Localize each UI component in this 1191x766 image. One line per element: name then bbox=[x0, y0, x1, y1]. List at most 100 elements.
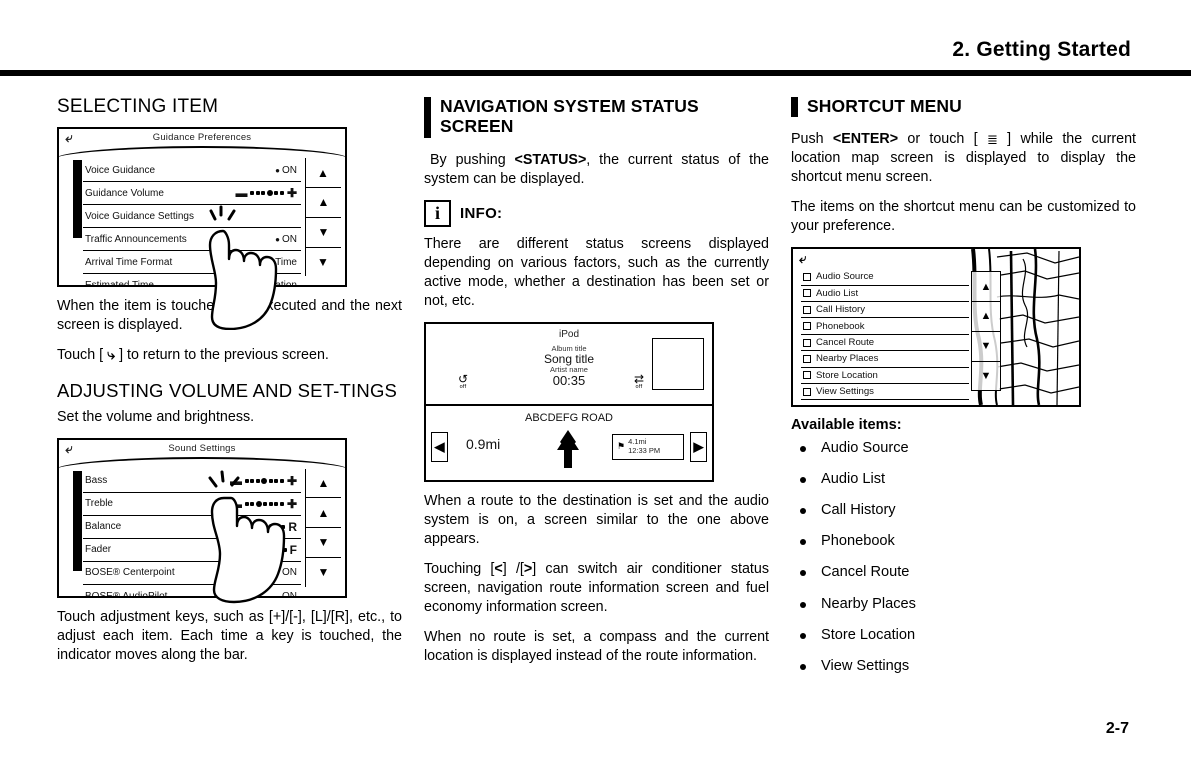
list-item-label: Call History bbox=[816, 304, 866, 316]
plus-icon[interactable]: ✚ bbox=[287, 187, 297, 199]
down-icon[interactable]: ▼ bbox=[972, 332, 1000, 362]
checkbox-icon[interactable] bbox=[803, 387, 811, 396]
balance-slider[interactable]: L R bbox=[247, 521, 297, 533]
list-item[interactable]: Arrival Time Format Estimated Time bbox=[83, 251, 301, 275]
double-up-icon[interactable]: ▲ bbox=[306, 469, 341, 499]
fader-rear-label[interactable]: R bbox=[247, 544, 256, 556]
list-item[interactable]: BOSE® Centerpoint ON bbox=[83, 562, 301, 585]
navigation-status-screen: iPod Album title Song title Artist name … bbox=[424, 321, 714, 482]
list-item: Call History bbox=[791, 502, 1136, 518]
list-item-label: Phonebook bbox=[816, 320, 865, 332]
checkbox-icon[interactable] bbox=[803, 354, 811, 363]
list-item[interactable]: View Settings bbox=[801, 384, 969, 401]
list-item[interactable]: Call History bbox=[801, 302, 969, 319]
list-item-value: ON bbox=[275, 165, 297, 176]
list-item-label: Audio List bbox=[816, 287, 859, 299]
checkbox-icon[interactable] bbox=[803, 371, 811, 380]
list-item[interactable]: Fader R F bbox=[83, 539, 301, 562]
volume-slider[interactable]: ▬ ✚ bbox=[235, 187, 297, 199]
checkbox-icon[interactable] bbox=[803, 272, 811, 281]
treble-slider[interactable]: ▬ ✚ bbox=[230, 498, 297, 510]
paragraph-touch-return: Touch [ ⤷ ] to return to the previous sc… bbox=[57, 346, 402, 365]
down-icon[interactable]: ▼ bbox=[306, 528, 341, 558]
list-item-label: Store Location bbox=[816, 369, 878, 381]
manual-page: 2. Getting Started SELECTING ITEM ⤷ Guid… bbox=[0, 0, 1191, 766]
shuffle-state: off bbox=[635, 384, 643, 391]
up-icon[interactable]: ▲ bbox=[972, 302, 1000, 332]
bass-slider[interactable]: ▬ ✚ bbox=[230, 475, 297, 487]
slider-track[interactable] bbox=[250, 190, 284, 197]
screen-title: Sound Settings bbox=[168, 442, 236, 454]
touching-mid: ] /[ bbox=[502, 560, 524, 577]
checkbox-icon[interactable] bbox=[803, 338, 811, 347]
list-item-label: Treble bbox=[85, 498, 113, 510]
checkbox-icon[interactable] bbox=[803, 289, 811, 298]
list-item[interactable]: Balance L R bbox=[83, 516, 301, 539]
list-item[interactable]: Store Location bbox=[801, 368, 969, 385]
double-up-icon[interactable]: ▲ bbox=[306, 158, 341, 189]
push-enter-pre: Push bbox=[791, 131, 833, 148]
scroll-buttons[interactable]: ▲ ▲ ▼ ▼ bbox=[305, 468, 341, 587]
scroll-buttons[interactable]: ▲ ▲ ▼ ▼ bbox=[971, 271, 1001, 392]
double-down-icon[interactable]: ▼ bbox=[972, 362, 1000, 391]
list-item[interactable]: Voice Guidance Settings bbox=[83, 205, 301, 229]
balance-right-label[interactable]: R bbox=[288, 521, 297, 533]
list-item[interactable]: Audio Source bbox=[801, 269, 969, 286]
list-item[interactable]: Cancel Route bbox=[801, 335, 969, 352]
list-item[interactable]: Guidance Volume ▬ ✚ bbox=[83, 182, 301, 206]
checkbox-icon[interactable] bbox=[803, 305, 811, 314]
list-item[interactable]: Treble ▬ ✚ bbox=[83, 493, 301, 516]
up-icon[interactable]: ▲ bbox=[306, 498, 341, 529]
list-item[interactable]: BOSE® AudioPilot ON bbox=[83, 585, 301, 596]
checkbox-icon[interactable] bbox=[803, 322, 811, 331]
paragraph-touching-switch: Touching [<] /[>] can switch air conditi… bbox=[424, 560, 769, 617]
back-arrow-icon: ⤷ bbox=[107, 347, 116, 364]
paragraph-customize: The items on the shortcut menu can be cu… bbox=[791, 199, 1136, 235]
fader-slider[interactable]: R F bbox=[247, 544, 297, 556]
fader-front-label[interactable]: F bbox=[290, 544, 297, 556]
list-item[interactable]: Nearby Places bbox=[801, 351, 969, 368]
plus-icon[interactable]: ✚ bbox=[287, 498, 297, 510]
audio-status-panel: iPod Album title Song title Artist name … bbox=[426, 324, 712, 406]
up-icon[interactable]: ▲ bbox=[306, 188, 341, 218]
list-item: View Settings bbox=[791, 658, 1136, 674]
list-item-label: Arrival Time Format bbox=[85, 256, 173, 268]
double-down-icon[interactable]: ▼ bbox=[306, 248, 341, 277]
navigation-route-panel: ABCDEFG ROAD 0.9mi ◀ ▶ ⚑ 4.1mi 12:33 PM bbox=[426, 406, 712, 480]
paragraph-push-enter: Push <ENTER> or touch [ ≣ ] while the cu… bbox=[791, 130, 1136, 187]
paragraph-route-set: When a route to the destination is set a… bbox=[424, 492, 769, 547]
left-arrow-button[interactable]: ◀ bbox=[431, 431, 448, 462]
list-item-value: Destination bbox=[246, 280, 297, 288]
list-item[interactable]: Voice Guidance ON bbox=[83, 159, 301, 183]
right-arrow-button[interactable]: ▶ bbox=[690, 431, 707, 462]
double-up-icon[interactable]: ▲ bbox=[972, 272, 1000, 303]
scrollbar-thumb[interactable] bbox=[73, 470, 82, 571]
list-item: Cancel Route bbox=[791, 564, 1136, 580]
double-down-icon[interactable]: ▼ bbox=[306, 558, 341, 587]
plus-icon[interactable]: ✚ bbox=[287, 475, 297, 487]
back-arrow-icon[interactable]: ⤷ bbox=[65, 441, 72, 456]
scroll-buttons[interactable]: ▲ ▲ ▼ ▼ bbox=[305, 158, 341, 277]
back-arrow-icon[interactable]: ⤷ bbox=[65, 130, 72, 145]
list-item[interactable]: Phonebook bbox=[801, 318, 969, 335]
back-arrow-icon[interactable]: ⤷ bbox=[799, 251, 806, 266]
info-note-header: i INFO: bbox=[424, 199, 769, 227]
column-three: SHORTCUT MENU Push <ENTER> or touch [ ≣ … bbox=[791, 96, 1136, 689]
list-item-value: ON bbox=[275, 234, 297, 245]
status-screen-figure: iPod Album title Song title Artist name … bbox=[424, 321, 769, 482]
list-item[interactable]: Bass ▬ ✚ bbox=[83, 470, 301, 493]
repeat-state: off bbox=[459, 384, 467, 391]
list-item-label: Cancel Route bbox=[816, 337, 875, 349]
minus-icon[interactable]: ▬ bbox=[235, 187, 247, 199]
minus-icon[interactable]: ▬ bbox=[230, 475, 242, 487]
eta-distance: 4.1mi bbox=[628, 436, 647, 446]
minus-icon[interactable]: ▬ bbox=[230, 498, 242, 510]
list-item[interactable]: Audio List bbox=[801, 286, 969, 303]
down-icon[interactable]: ▼ bbox=[306, 218, 341, 248]
list-item[interactable]: Traffic Announcements ON bbox=[83, 228, 301, 252]
list-item-label: Nearby Places bbox=[816, 353, 879, 365]
paragraph-adjust-keys: Touch adjustment keys, such as [+]/[-], … bbox=[57, 608, 402, 663]
scrollbar-thumb[interactable] bbox=[73, 160, 82, 239]
list-item[interactable]: Estimated Time Destination bbox=[83, 274, 301, 288]
balance-left-label[interactable]: L bbox=[247, 521, 254, 533]
